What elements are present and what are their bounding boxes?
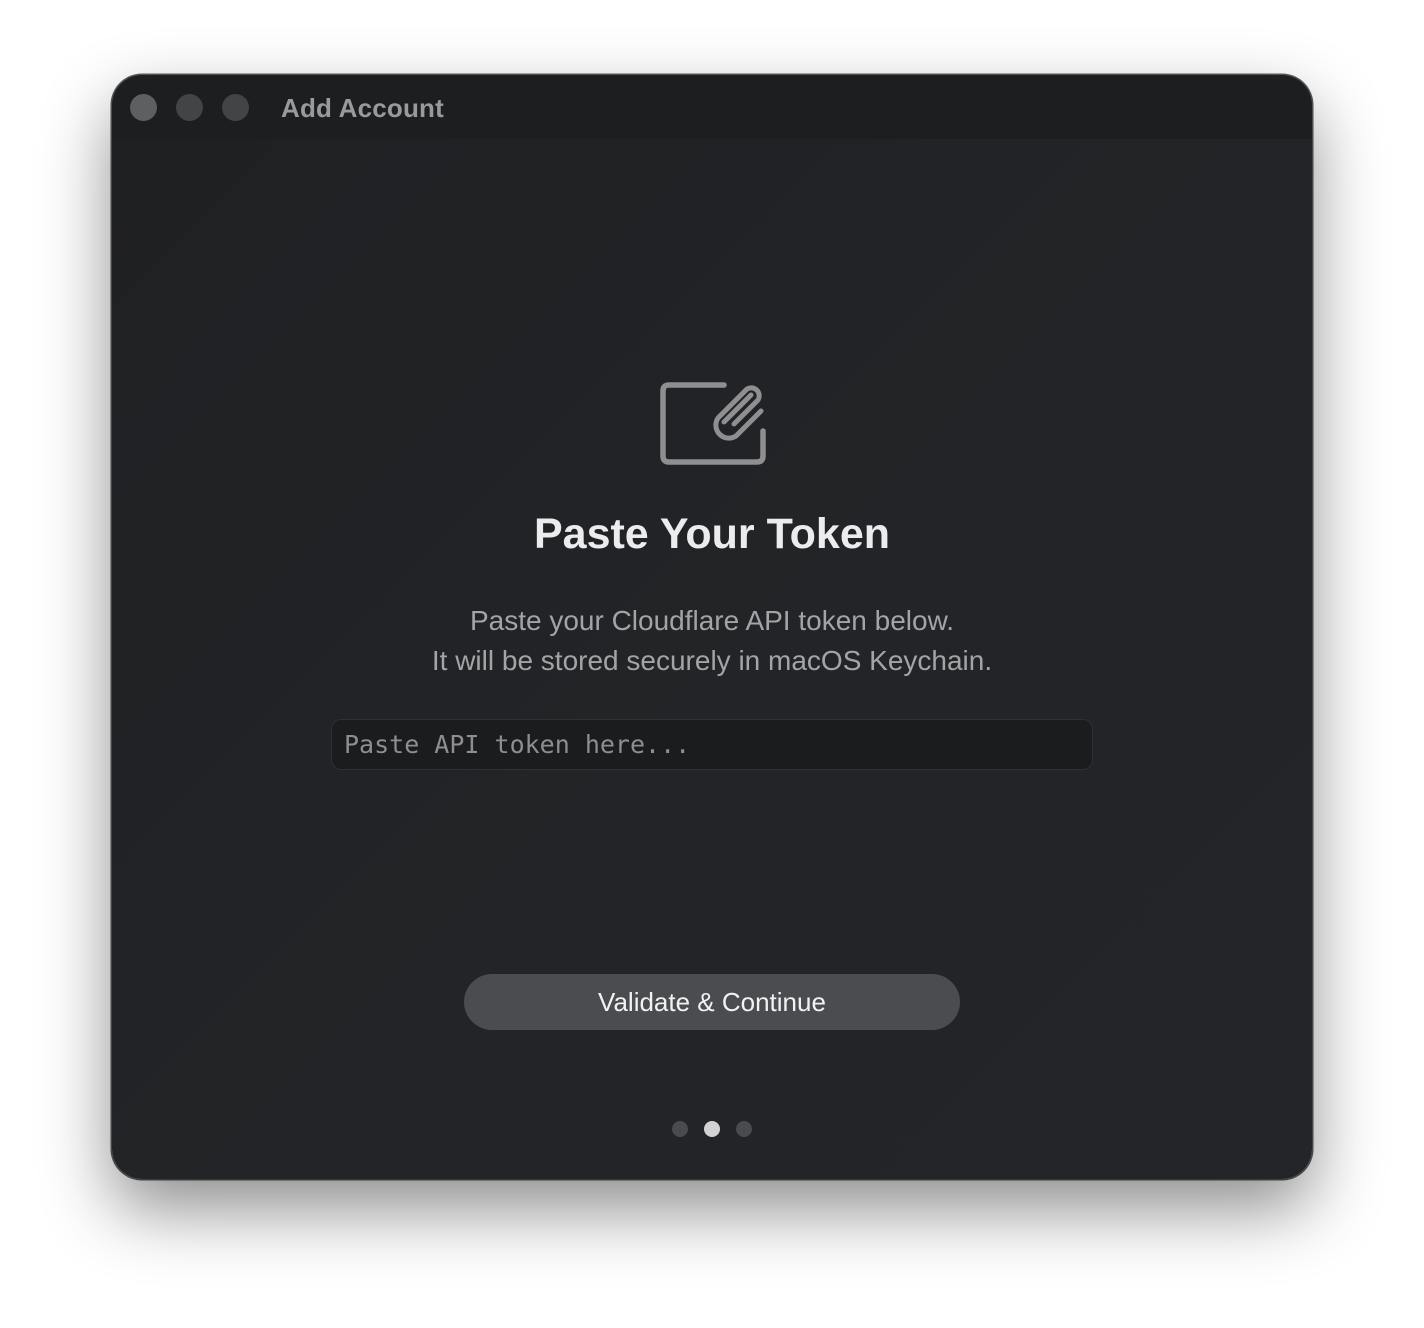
zoom-window-button[interactable] [222,94,249,121]
step-dot-3 [736,1121,752,1137]
close-window-button[interactable] [130,94,157,121]
window-title: Add Account [281,93,444,123]
api-token-input[interactable] [331,719,1093,770]
minimize-window-button[interactable] [176,94,203,121]
step-dot-1 [672,1121,688,1137]
step-indicator [112,1121,1312,1137]
add-account-window: Add Account Paste Your Token Paste your … [112,75,1312,1179]
title-bar[interactable]: Add Account [112,75,1312,139]
description-line-1: Paste your Cloudflare API token below. [469,605,955,636]
validate-continue-button[interactable]: Validate & Continue [464,974,960,1030]
step-dot-2-active [704,1121,720,1137]
paste-clipboard-paperclip-icon [660,382,766,465]
page-heading: Paste Your Token [533,510,891,558]
description-line-2: It will be stored securely in macOS Keyc… [431,645,993,676]
